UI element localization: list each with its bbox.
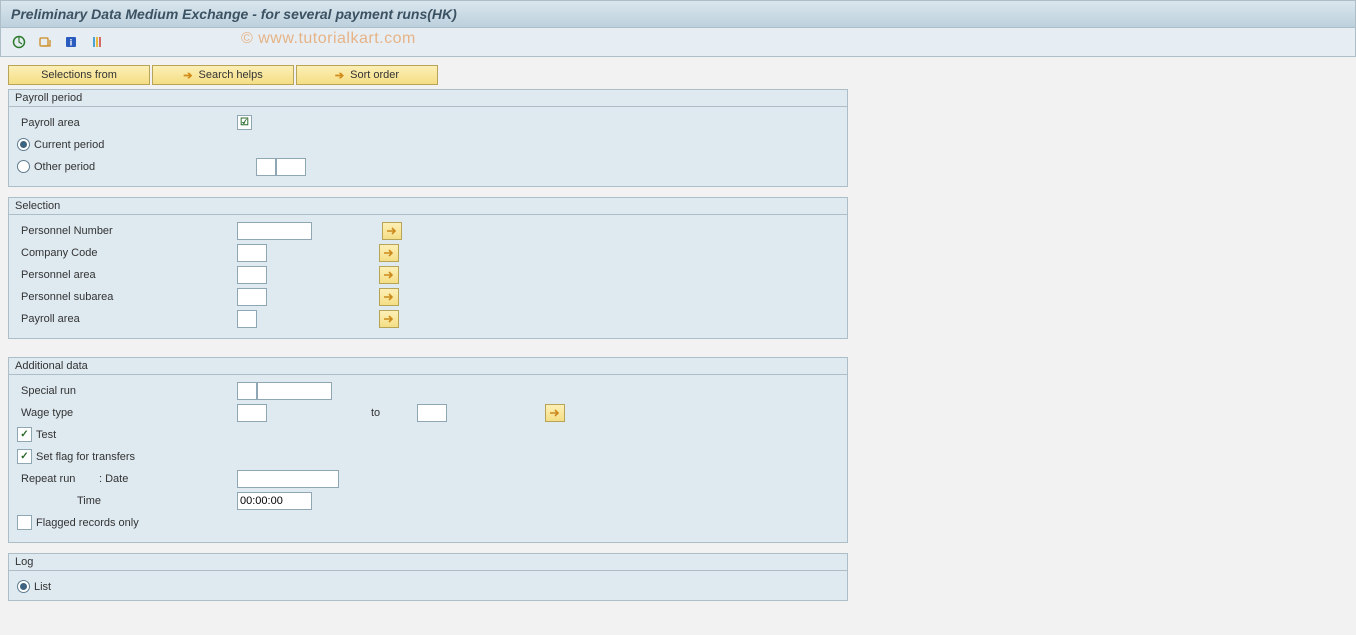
selection-field-input[interactable] [237,310,257,328]
selections-from-label: Selections from [41,69,117,81]
selection-row: Company Code [17,242,839,263]
multiple-selection-button[interactable] [379,310,399,328]
test-checkbox[interactable]: ✓ [17,427,32,442]
selection-field-input[interactable] [237,244,267,262]
window-title: Preliminary Data Medium Exchange - for s… [11,6,457,22]
payroll-area-label: Payroll area [17,117,237,129]
info-icon[interactable]: i [61,32,81,52]
selection-row: Personnel subarea [17,286,839,307]
selection-field-label: Personnel Number [17,225,237,237]
other-period-radio[interactable] [17,160,30,173]
other-period-input-2[interactable] [276,158,306,176]
flagged-only-label: Flagged records only [36,517,139,529]
multiple-selection-button[interactable] [379,244,399,262]
list-label: List [34,581,51,593]
selections-from-button[interactable]: Selections from [8,65,150,85]
wage-type-to-input[interactable] [417,404,447,422]
group-selection: Selection Personnel Number Company Code Pe… [8,197,848,339]
arrow-right-icon: ➔ [335,69,344,82]
current-period-radio[interactable] [17,138,30,151]
app-toolbar: i © www.tutorialkart.com [0,28,1356,57]
current-period-label: Current period [34,139,104,151]
main-content: Selections from ➔ Search helps ➔ Sort or… [0,57,1356,632]
search-helps-button[interactable]: ➔ Search helps [152,65,294,85]
execute-icon[interactable] [9,32,29,52]
selection-field-label: Company Code [17,247,237,259]
group-additional-data: Additional data Special run Wage type to… [8,357,848,543]
special-run-input-1[interactable] [237,382,257,400]
time-label: Time [17,495,237,507]
set-flag-checkbox[interactable]: ✓ [17,449,32,464]
set-flag-label: Set flag for transfers [36,451,135,463]
multiple-selection-button[interactable] [379,288,399,306]
special-run-input-2[interactable] [257,382,332,400]
selection-field-label: Personnel subarea [17,291,237,303]
other-period-input-1[interactable] [256,158,276,176]
repeat-run-date-input[interactable] [237,470,339,488]
group-title-log: Log [9,554,847,571]
selection-field-input[interactable] [237,222,312,240]
wage-type-from-input[interactable] [237,404,267,422]
group-title-additional: Additional data [9,358,847,375]
payroll-area-selector[interactable]: ☑ [237,115,252,130]
selection-row: Payroll area [17,308,839,329]
group-payroll-period: Payroll period Payroll area ☑ Current pe… [8,89,848,187]
sort-order-label: Sort order [350,69,399,81]
selection-field-label: Payroll area [17,313,237,325]
group-title-selection: Selection [9,198,847,215]
selection-field-label: Personnel area [17,269,237,281]
date-sub-label: : Date [99,473,237,485]
selection-button-row: Selections from ➔ Search helps ➔ Sort or… [8,65,1348,85]
search-helps-label: Search helps [199,69,263,81]
multiple-selection-button[interactable] [379,266,399,284]
svg-text:i: i [70,38,73,48]
watermark: © www.tutorialkart.com [241,30,416,48]
wage-type-label: Wage type [17,407,237,419]
other-period-label: Other period [34,161,234,173]
window-title-bar: Preliminary Data Medium Exchange - for s… [0,0,1356,28]
selection-row: Personnel area [17,264,839,285]
get-variant-icon[interactable] [35,32,55,52]
time-input[interactable] [237,492,312,510]
list-radio[interactable] [17,580,30,593]
to-label: to [367,407,417,419]
test-label: Test [36,429,56,441]
selection-field-input[interactable] [237,266,267,284]
selection-field-input[interactable] [237,288,267,306]
special-run-label: Special run [17,385,237,397]
flagged-only-checkbox[interactable] [17,515,32,530]
arrow-right-icon: ➔ [183,69,192,82]
group-title-payroll: Payroll period [9,90,847,107]
wage-type-more-button[interactable] [545,404,565,422]
sort-order-button[interactable]: ➔ Sort order [296,65,438,85]
multiple-selection-button[interactable] [382,222,402,240]
layout-icon[interactable] [87,32,107,52]
repeat-run-label: Repeat run [17,473,99,485]
group-log: Log List [8,553,848,601]
selection-row: Personnel Number [17,220,839,241]
